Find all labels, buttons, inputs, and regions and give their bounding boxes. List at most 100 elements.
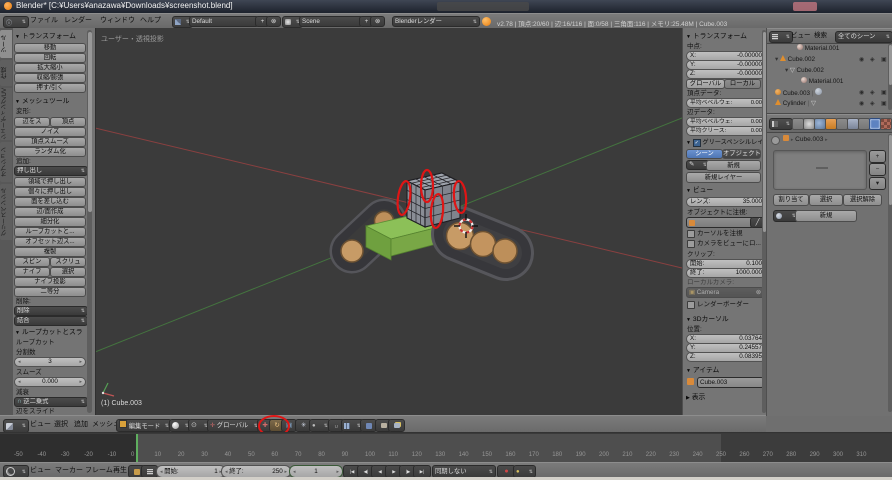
scene-close-button[interactable]: ⊗ <box>370 16 385 27</box>
extrude-individual-button[interactable]: 個々に押し出し <box>14 187 86 197</box>
noise-button[interactable]: ノイズ <box>14 127 86 137</box>
timeline-menu-frame[interactable]: フレーム <box>85 464 113 478</box>
item-name-field[interactable]: Cube.003 <box>697 377 764 388</box>
outliner-menu-view[interactable]: ビュー <box>791 29 811 43</box>
extrude-region-button[interactable]: 領域で押し出し <box>14 177 86 187</box>
cuts-slider[interactable]: ◂ 3 ▸ <box>14 357 86 367</box>
vertex-bevel-field[interactable]: 平均ベベルウェ:0.00 <box>686 98 766 108</box>
eye-icon[interactable]: ◉ <box>859 88 864 99</box>
offset-edge-slide-button[interactable]: オフセット辺ス... <box>14 237 86 247</box>
duplicate-button[interactable]: 複製 <box>14 247 86 257</box>
gp-checkbox[interactable]: ✓ <box>693 139 701 147</box>
properties-editor-button[interactable]: ⇅ <box>769 118 793 130</box>
timeline-menu-marker[interactable]: マーカー <box>55 464 83 478</box>
lock-camera-checkbox[interactable] <box>687 240 695 248</box>
outliner-scrollbar[interactable] <box>888 44 892 110</box>
menu-window[interactable]: ウィンドウ <box>100 14 135 28</box>
scene-name-field[interactable]: Scene <box>299 16 363 27</box>
randomize-button[interactable]: ランダム化 <box>14 147 86 157</box>
gp-scene-toggle[interactable]: シーン <box>686 149 723 159</box>
panel-mesh-tools-header[interactable]: ▼ メッシュツール <box>15 97 69 107</box>
rotate-button[interactable]: 回転 <box>14 53 86 63</box>
median-z-field[interactable]: Z:-0.00000 <box>686 69 766 79</box>
deselect-button[interactable]: 選択解除 <box>843 194 882 206</box>
layout-close-button[interactable]: ⊗ <box>266 16 281 27</box>
panel-transform-header[interactable]: ▼ トランスフォーム <box>15 32 76 42</box>
material-new-button[interactable]: 新規 <box>795 210 857 222</box>
np-display-header[interactable]: ▶ 表示 <box>686 393 705 403</box>
tab-create[interactable]: 作成 <box>0 60 12 86</box>
select-icon[interactable]: ◈ <box>870 88 875 99</box>
assign-button[interactable]: 割り当て <box>773 194 809 206</box>
push-pull-button[interactable]: 押す/引く <box>14 83 86 93</box>
timeline-menu-playback[interactable]: 再生 <box>113 464 127 478</box>
outliner-row[interactable]: ▾ ▽ Cube.002 <box>785 66 885 76</box>
extrude-dropdown[interactable]: 押し出し⇅ <box>14 166 88 176</box>
np-transform-header[interactable]: ▼ トランスフォーム <box>686 32 747 42</box>
pin-icon[interactable] <box>771 136 780 145</box>
bisect-button[interactable]: 二等分 <box>14 287 86 297</box>
outliner-filter-dropdown[interactable]: 全てのシーン⇅ <box>835 31 892 43</box>
outliner-row[interactable]: Material.001 <box>797 44 887 54</box>
screw-button[interactable]: スクリュ <box>50 257 86 267</box>
eye-icon[interactable]: ◉ <box>859 55 864 66</box>
knife-select-button[interactable]: 選択 <box>50 267 86 277</box>
slot-add-button[interactable]: + <box>869 150 886 163</box>
local-toggle[interactable]: ローカル <box>724 79 761 89</box>
opengl-anim-button[interactable] <box>388 419 405 432</box>
select-icon[interactable]: ◈ <box>870 99 875 110</box>
tab-shading-uv[interactable]: シェーディング/UV <box>0 88 12 140</box>
gp-new-layer-button[interactable]: 新規レイヤー <box>686 172 761 183</box>
render-icon[interactable]: ▣ <box>881 88 887 99</box>
knife-button[interactable]: ナイフ <box>14 267 50 277</box>
view-menu[interactable]: ビュー <box>30 418 51 432</box>
add-menu[interactable]: 追加 <box>74 418 88 432</box>
render-engine-select[interactable]: Blenderレンダー ⇅ <box>392 16 480 27</box>
render-icon[interactable]: ▣ <box>881 55 887 66</box>
menu-help[interactable]: ヘルプ <box>140 14 161 28</box>
slot-specials-button[interactable]: ▾ <box>869 177 886 190</box>
delete-dropdown[interactable]: 削除⇅ <box>14 306 88 316</box>
scale-button[interactable]: 拡大縮小 <box>14 63 86 73</box>
orientation-dropdown[interactable]: ✛ グローバル ⇅ <box>207 419 261 432</box>
edge-crease-field[interactable]: 平均クリース:0.00 <box>686 126 766 136</box>
smoothness-slider[interactable]: ◂ 0.000 ▸ <box>14 377 86 387</box>
expander-icon[interactable]: ▾ <box>785 67 788 74</box>
region-border[interactable] <box>95 28 96 415</box>
expander-icon[interactable]: ▾ <box>775 56 778 63</box>
current-frame-line[interactable] <box>136 434 138 462</box>
render-icon[interactable]: ▣ <box>881 99 887 110</box>
falloff-dropdown[interactable]: ∩ 逆二乗式 ⇅ <box>14 397 88 407</box>
material-slot-list[interactable] <box>773 150 867 190</box>
select-icon[interactable]: ◈ <box>870 55 875 66</box>
select-button[interactable]: 選択 <box>809 194 843 206</box>
region-border[interactable] <box>0 432 892 433</box>
local-camera-field[interactable]: ▣ Camera ⊗ <box>686 287 764 298</box>
titlebar[interactable]: Blender* [C:¥Users¥anazawa¥Downloads¥scr… <box>0 0 892 14</box>
np-item-header[interactable]: ▼ アイテム <box>686 366 719 376</box>
make-edge-face-button[interactable]: 辺/面作成 <box>14 207 86 217</box>
spin-button[interactable]: スピン <box>14 257 50 267</box>
edge-slide-button[interactable]: 辺をス <box>14 117 50 127</box>
cursor-z-field[interactable]: Z:0.08395 <box>686 352 766 362</box>
lock-object-field[interactable] <box>686 217 754 228</box>
clip-end-field[interactable]: 終了:1000.000 <box>686 268 766 278</box>
viewport-3d[interactable]: ユーザー・透視投影 (1) Cube.003 <box>95 28 682 415</box>
select-menu[interactable]: 選択 <box>54 418 68 432</box>
gp-new-button[interactable]: 新規 <box>706 160 761 171</box>
vertex-slide-button[interactable]: 頂点 <box>50 117 86 127</box>
np-3d-cursor-header[interactable]: ▼ 3Dカーソル <box>686 315 729 325</box>
eye-icon[interactable]: ◉ <box>859 99 864 110</box>
tab-options[interactable]: オプション <box>0 142 12 182</box>
render-border-checkbox[interactable] <box>687 301 695 309</box>
menu-render[interactable]: レンダー <box>64 14 92 28</box>
outliner-editor-button[interactable]: ⇅ <box>769 31 793 43</box>
tab-texture-icon[interactable] <box>880 118 892 130</box>
merge-dropdown[interactable]: 結合⇅ <box>14 316 88 326</box>
tab-tools[interactable]: ツール <box>0 30 12 58</box>
loop-cut-button[interactable]: ループカットと... <box>14 227 86 237</box>
lock-cursor-checkbox[interactable] <box>687 230 695 238</box>
timeline-menu-view[interactable]: ビュー <box>30 464 51 478</box>
timeline-ruler[interactable]: -50-40-30-20-100102030405060708090100110… <box>0 439 892 462</box>
view3d-editor-button[interactable]: ⇅ <box>3 419 29 433</box>
